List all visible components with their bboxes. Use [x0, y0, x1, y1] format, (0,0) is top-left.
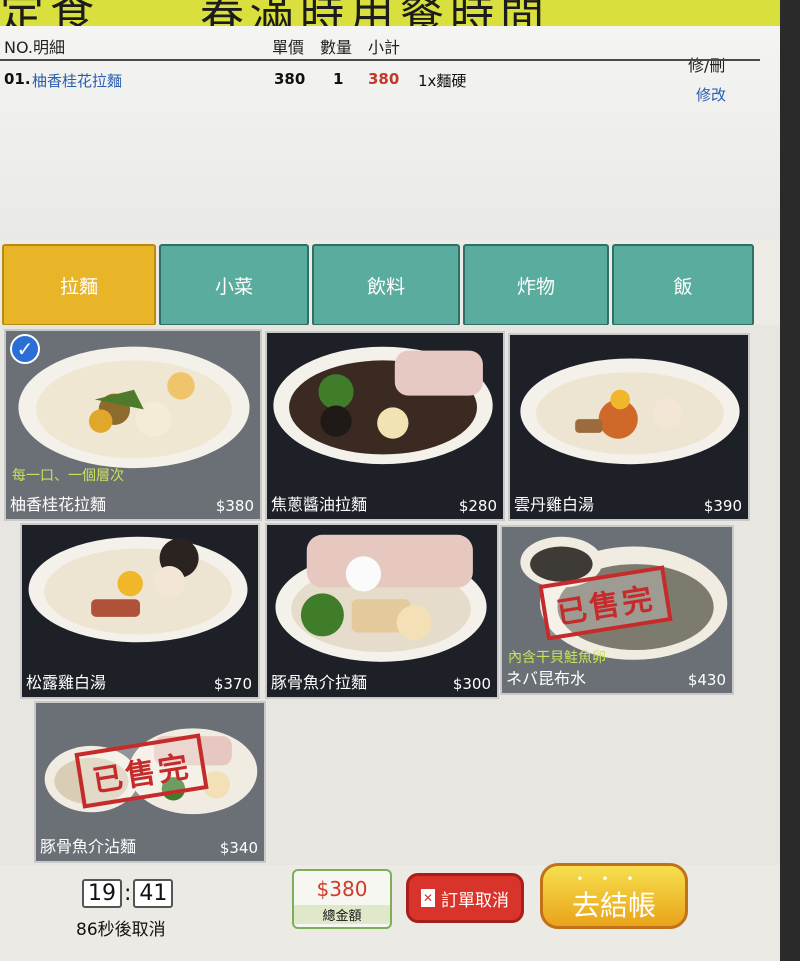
menu-item-subtitle: 內含干貝鮭魚卵 — [508, 650, 606, 666]
menu-item-name: 豚骨魚介沾麵 — [40, 837, 137, 856]
menu-item-neba-konbu-sui[interactable]: 已售完 內含干貝鮭魚卵 ネバ昆布水 $430 — [500, 525, 734, 695]
menu-item-price: $280 — [458, 497, 497, 515]
banner-text: 定食 春滿時用餐時間 — [0, 0, 550, 26]
order-list-panel: NO.明細 單價 數量 小計 修/刪 01. 柚香桂花拉麵 380 1 380 … — [0, 26, 780, 240]
menu-item-name: 松露雞白湯 — [26, 673, 107, 692]
cancel-order-label: 訂單取消 — [441, 890, 509, 911]
order-row-price: 380 — [274, 70, 306, 88]
menu-item-name: 豚骨魚介拉麵 — [271, 673, 368, 692]
menu-item-price: $380 — [215, 497, 254, 515]
clock-minutes: 41 — [133, 879, 174, 908]
menu-item-price: $390 — [703, 497, 742, 515]
menu-item-uni-paitan[interactable]: 雲丹雞白湯 $390 — [508, 333, 750, 521]
category-tabs: 拉麵 小菜 飲料 炸物 飯 — [0, 240, 780, 332]
cancel-doc-icon: ✕ — [421, 889, 435, 907]
menu-item-price: $340 — [219, 839, 258, 857]
menu-item-tonkotsu-gyokai-ramen[interactable]: 豚骨魚介拉麵 $300 — [265, 523, 499, 699]
checkout-button[interactable]: ••• 去結帳 — [540, 863, 688, 929]
header-no-detail: NO.明細 — [4, 38, 66, 57]
clock: 19 : 41 — [82, 879, 174, 908]
top-banner: 定食 春滿時用餐時間 — [0, 0, 780, 26]
menu-item-scallion-shoyu-ramen[interactable]: 焦蔥醬油拉麵 $280 — [265, 331, 505, 521]
total-amount-box: $380 總金額 — [292, 869, 392, 929]
menu-item-price: $370 — [213, 675, 252, 693]
menu-item-name: 柚香桂花拉麵 — [10, 495, 107, 514]
menu-item-yuzu-ramen[interactable]: 每一口、一個層次 柚香桂花拉麵 $380 — [4, 329, 262, 521]
menu-item-truffle-paitan[interactable]: 松露雞白湯 $370 — [20, 523, 260, 699]
kiosk-screen: 定食 春滿時用餐時間 NO.明細 單價 數量 小計 修/刪 01. 柚香桂花拉麵… — [0, 0, 780, 961]
header-unit-price: 單價 — [272, 38, 305, 57]
tab-rice[interactable]: 飯 — [612, 244, 754, 326]
menu-item-name: 雲丹雞白湯 — [514, 495, 595, 514]
menu-item-name: 焦蔥醬油拉麵 — [271, 495, 368, 514]
footer-bar: 19 : 41 86秒後取消 $380 總金額 ✕ 訂單取消 ••• 去結帳 — [0, 863, 780, 961]
menu-grid: 每一口、一個層次 柚香桂花拉麵 $380 焦蔥醬油拉麵 $280 雲丹雞白湯 $… — [0, 325, 780, 865]
auto-cancel-countdown: 86秒後取消 — [76, 920, 166, 940]
total-amount-value: $380 — [316, 877, 368, 901]
tab-drinks[interactable]: 飲料 — [312, 244, 460, 326]
header-edit-delete: 修/刪 — [688, 56, 726, 75]
menu-item-subtitle: 每一口、一個層次 — [12, 468, 124, 484]
tab-ramen[interactable]: 拉麵 — [2, 244, 156, 326]
order-row-subtotal: 380 — [368, 70, 400, 88]
clock-hours: 19 — [82, 879, 122, 908]
tab-side-dishes[interactable]: 小菜 — [159, 244, 309, 326]
order-row-note: 1x麵硬 — [418, 72, 467, 90]
header-subtotal: 小計 — [368, 38, 401, 57]
header-qty: 數量 — [320, 38, 353, 57]
order-row-qty: 1 — [333, 70, 344, 88]
check-icon: ✓ — [10, 334, 40, 364]
menu-item-name: ネバ昆布水 — [506, 669, 587, 688]
header-divider — [0, 59, 760, 61]
order-row-no: 01. — [4, 70, 31, 88]
total-amount-label: 總金額 — [294, 905, 390, 924]
menu-item-tonkotsu-gyokai-tsukemen[interactable]: 已售完 豚骨魚介沾麵 $340 — [34, 701, 266, 863]
tab-fried[interactable]: 炸物 — [463, 244, 609, 326]
device-bezel — [780, 0, 800, 961]
checkout-label: 去結帳 — [571, 889, 656, 922]
clock-separator: : — [124, 881, 132, 906]
cancel-order-button[interactable]: ✕ 訂單取消 — [406, 873, 524, 923]
order-row-edit-link[interactable]: 修改 — [696, 84, 726, 105]
menu-item-price: $300 — [452, 675, 491, 693]
menu-item-price: $430 — [687, 671, 726, 689]
order-row-item: 柚香桂花拉麵 — [32, 72, 123, 90]
decor-dots-icon: ••• — [576, 872, 652, 886]
